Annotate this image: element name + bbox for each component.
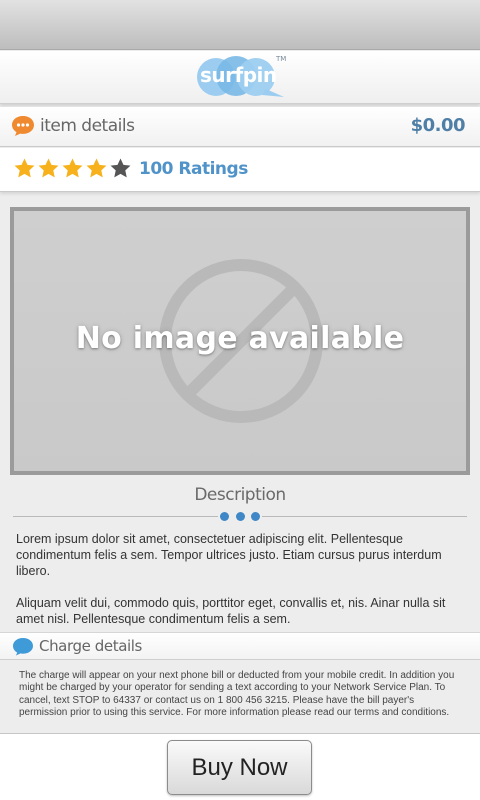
item-details-title: item details <box>40 116 135 136</box>
star-filled-icon <box>62 158 83 178</box>
description-heading: Description <box>194 485 286 505</box>
star-empty-icon <box>110 158 131 178</box>
charge-details-title: Charge details <box>39 637 142 655</box>
surfpin-logo: surfpin TM <box>194 55 286 99</box>
star-filled-icon <box>38 158 59 178</box>
item-details-header: item details $0.00 <box>0 107 480 147</box>
ratings-count-link[interactable]: 100 Ratings <box>139 159 248 179</box>
logo-wordmark: surfpin <box>200 63 277 87</box>
trademark-mark: TM <box>276 55 287 63</box>
item-image-placeholder: No image available <box>14 211 466 471</box>
indicator-dot <box>235 512 245 521</box>
speech-bubble-icon <box>13 638 33 656</box>
item-image-frame: No image available <box>10 207 470 475</box>
indicator-dot <box>251 512 260 521</box>
star-filled-icon <box>14 158 35 178</box>
indicator-dot <box>220 512 229 521</box>
chat-bubble-icon <box>12 116 34 136</box>
description-paragraph: Lorem ipsum dolor sit amet, consectetuer… <box>16 532 442 578</box>
page-indicator-dots <box>218 511 262 523</box>
bottom-action-bar: Buy Now <box>0 733 480 800</box>
buy-now-button[interactable]: Buy Now <box>167 740 312 795</box>
app-header: surfpin TM <box>0 51 480 104</box>
star-rating <box>13 157 132 180</box>
description-body: Lorem ipsum dolor sit amet, consectetuer… <box>16 531 466 643</box>
charge-details-header: Charge details <box>0 632 480 660</box>
no-image-label: No image available <box>75 321 405 356</box>
charge-details-text: The charge will appear on your next phon… <box>19 670 455 718</box>
description-paragraph: Aliquam velit dui, commodo quis, porttit… <box>16 596 446 626</box>
status-bar <box>0 0 480 50</box>
item-price: $0.00 <box>410 115 466 136</box>
rating-row: 100 Ratings <box>0 148 480 192</box>
star-filled-icon <box>86 158 107 178</box>
